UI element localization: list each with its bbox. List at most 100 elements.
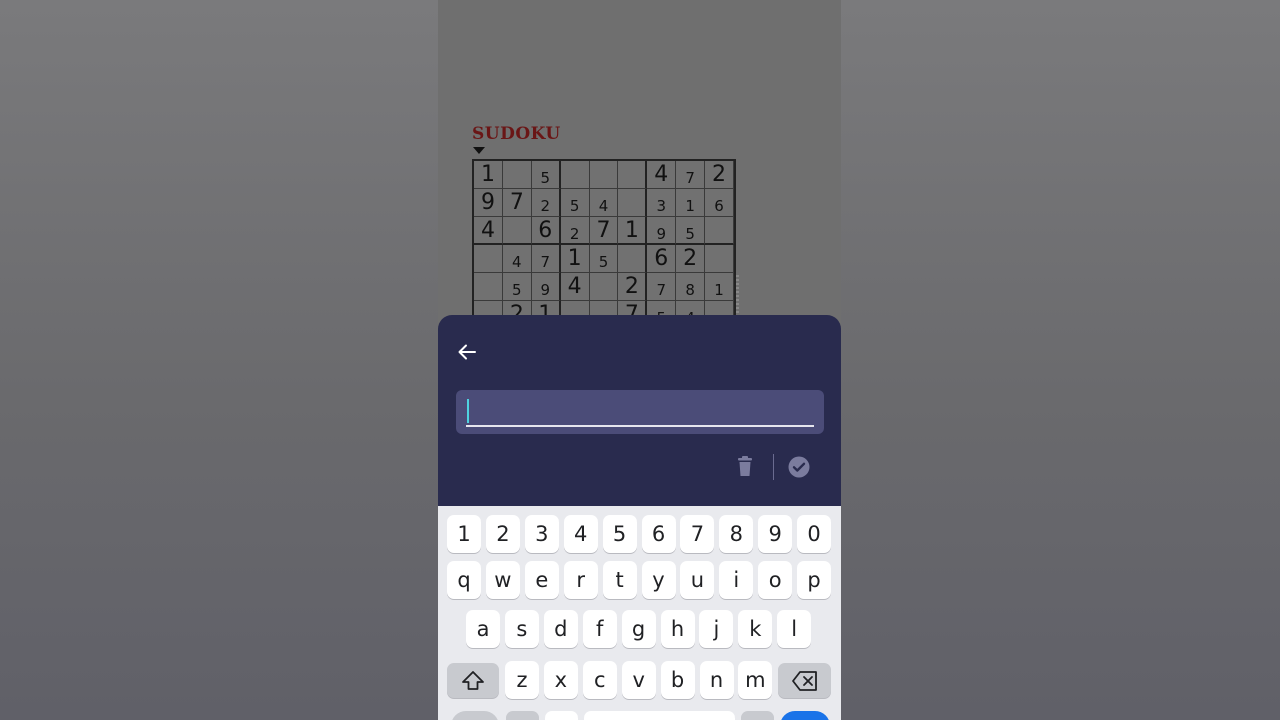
key-x[interactable]: x (543, 661, 578, 699)
sudoku-cell-value: 4 (512, 253, 522, 271)
key-w[interactable]: w (485, 561, 520, 599)
key-e[interactable]: e (524, 561, 559, 599)
sudoku-cell (618, 245, 648, 273)
period-key[interactable] (741, 711, 774, 720)
key-z[interactable]: z (505, 661, 539, 699)
key-k[interactable]: k (738, 610, 773, 648)
key-t[interactable]: t (602, 561, 637, 599)
comma-key[interactable] (545, 711, 578, 720)
sudoku-cell-value: 8 (685, 281, 695, 299)
key-label: 5 (612, 522, 627, 546)
key-1[interactable]: 1 (447, 515, 481, 553)
sudoku-cell-value: 7 (685, 169, 695, 187)
key-label: r (576, 568, 585, 592)
symbols-key[interactable] (451, 711, 499, 720)
sudoku-cell-value: 1 (685, 197, 695, 215)
sudoku-cell-value: 3 (656, 197, 667, 215)
sudoku-cell: 4 (502, 245, 532, 273)
shift-icon (462, 671, 484, 690)
sudoku-cell: 1 (618, 217, 648, 245)
key-8[interactable]: 8 (719, 515, 754, 553)
key-m[interactable]: m (738, 661, 773, 699)
sudoku-cell: 5 (589, 245, 619, 273)
key-h[interactable]: h (660, 610, 695, 648)
key-c[interactable]: c (582, 661, 617, 699)
sudoku-cell: 6 (705, 189, 734, 217)
sudoku-cell-value: 6 (714, 197, 724, 215)
sudoku-cell: 7 (502, 189, 532, 217)
toolbar-divider (773, 454, 774, 480)
key-label: 6 (651, 522, 666, 546)
sudoku-cell: 1 (560, 245, 590, 273)
key-9[interactable]: 9 (758, 515, 793, 553)
key-label: i (733, 568, 740, 592)
key-s[interactable]: s (504, 610, 539, 648)
sudoku-cell: 4 (647, 161, 677, 189)
key-f[interactable]: f (582, 610, 617, 648)
sudoku-cell-value: 2 (683, 246, 698, 271)
key-r[interactable]: r (563, 561, 598, 599)
text-input-container[interactable] (456, 390, 824, 434)
sudoku-cell: 1 (676, 189, 706, 217)
sudoku-cell (618, 189, 648, 217)
key-label: s (516, 617, 528, 641)
sudoku-cell-value: 4 (567, 274, 582, 299)
text-cursor (467, 399, 469, 423)
key-i[interactable]: i (719, 561, 754, 599)
key-label: 9 (768, 522, 782, 546)
sudoku-cell (589, 273, 619, 301)
sudoku-cell: 9 (531, 273, 561, 301)
key-0[interactable]: 0 (797, 515, 832, 553)
sudoku-cell: 4 (589, 189, 619, 217)
sudoku-cell-value: 5 (512, 281, 522, 299)
key-y[interactable]: y (641, 561, 676, 599)
sudoku-cell: 5 (560, 189, 590, 217)
key-u[interactable]: u (680, 561, 715, 599)
key-label: o (768, 568, 782, 592)
key-label: 7 (690, 522, 705, 546)
key-4[interactable]: 4 (563, 515, 598, 553)
sudoku-cell-value: 9 (540, 281, 550, 299)
key-l[interactable]: l (777, 610, 812, 648)
on-screen-keyboard: 1 2 3 45678 9 0 qwe r t y u i o p a s d f gh j k l z x c v bnm (438, 506, 841, 720)
key-j[interactable]: j (699, 610, 734, 648)
key-g[interactable]: g (621, 610, 656, 648)
key-6[interactable]: 6 (641, 515, 676, 553)
key-b[interactable]: b (660, 661, 695, 699)
key-7[interactable]: 7 (680, 515, 715, 553)
sudoku-cell (474, 245, 503, 273)
key-2[interactable]: 2 (485, 515, 520, 553)
text-input[interactable] (468, 396, 812, 424)
sudoku-cell (618, 161, 648, 189)
sudoku-cell: 3 (647, 189, 677, 217)
key-v[interactable]: v (621, 661, 656, 699)
key-label: 4 (574, 522, 588, 546)
sudoku-cell-value: 1 (567, 246, 582, 271)
key-label: 0 (807, 522, 821, 546)
key-n[interactable]: n (699, 661, 734, 699)
key-p[interactable]: p (797, 561, 832, 599)
back-button[interactable] (456, 341, 478, 363)
key-q[interactable]: q (447, 561, 481, 599)
sudoku-cell (502, 217, 532, 245)
shift-key[interactable] (447, 663, 499, 698)
delete-button[interactable] (735, 455, 755, 479)
sudoku-cell: 5 (502, 273, 532, 301)
sudoku-cell-value: 6 (654, 246, 669, 271)
key-label: c (594, 668, 606, 692)
key-a[interactable]: a (466, 610, 500, 648)
sudoku-cell-value: 9 (656, 225, 667, 243)
key-o[interactable]: o (758, 561, 793, 599)
key-label: m (745, 668, 766, 692)
space-key[interactable] (584, 711, 735, 720)
key-d[interactable]: d (543, 610, 578, 648)
backspace-key[interactable] (778, 663, 831, 698)
key-5[interactable]: 5 (602, 515, 637, 553)
key-label: u (690, 568, 705, 592)
emoji-key[interactable] (506, 711, 539, 720)
key-3[interactable]: 3 (524, 515, 559, 553)
confirm-button[interactable] (787, 455, 811, 479)
sudoku-cell: 7 (589, 217, 619, 245)
enter-key[interactable] (780, 711, 830, 720)
key-label: d (554, 617, 568, 641)
